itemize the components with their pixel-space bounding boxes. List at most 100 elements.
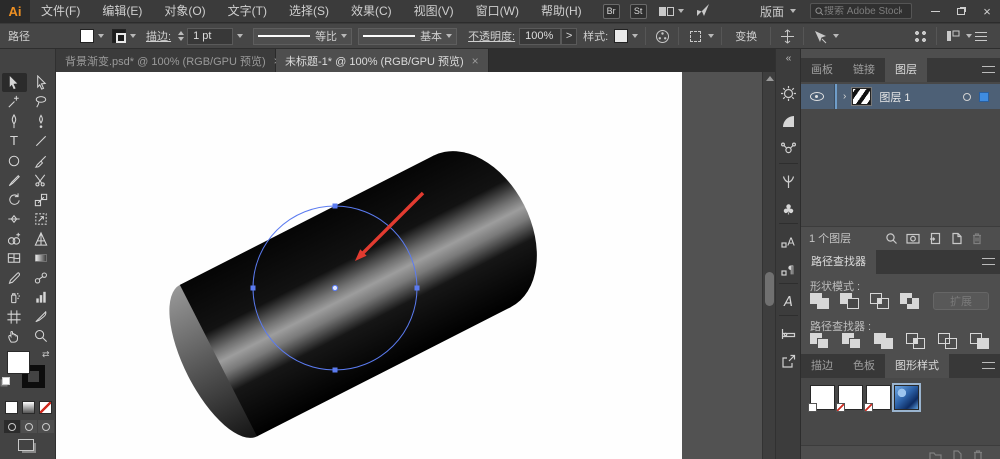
tab-graphic-styles[interactable]: 图形样式	[885, 352, 949, 378]
fill-color-swatch[interactable]	[80, 29, 94, 43]
stock-button[interactable]: St	[629, 3, 647, 19]
none-button[interactable]	[39, 401, 52, 414]
tab-swatches[interactable]: 色板	[843, 352, 885, 378]
recolor-artwork-icon[interactable]	[653, 27, 671, 45]
tool-selection[interactable]	[1, 73, 27, 92]
document-tab-inactive[interactable]: 背景渐变.psd* @ 100% (RGB/GPU 预览) ×	[56, 49, 281, 72]
color-guide-panel-icon[interactable]	[776, 109, 801, 133]
share-icon[interactable]	[696, 3, 710, 20]
brushes-panel-icon[interactable]	[776, 169, 801, 193]
tool-ellipse[interactable]	[2, 151, 27, 170]
minus-back-button[interactable]	[970, 333, 992, 350]
tool-pen[interactable]	[2, 112, 27, 131]
anchor-point-top[interactable]	[332, 203, 338, 209]
styles-library-icon[interactable]	[927, 447, 943, 459]
restore-button[interactable]	[948, 0, 974, 23]
tool-free-transform[interactable]	[29, 210, 54, 229]
default-fill-stroke-icon[interactable]	[2, 377, 10, 385]
expand-layer-icon[interactable]: ›	[843, 91, 846, 102]
unite-button[interactable]	[810, 293, 832, 310]
tab-pathfinder[interactable]: 路径查找器	[801, 248, 876, 274]
delete-style-icon[interactable]	[970, 447, 986, 459]
workspace-icon[interactable]	[944, 27, 962, 45]
tool-eyedropper[interactable]	[2, 268, 27, 287]
tool-zoom[interactable]	[29, 327, 54, 346]
style-no-fill[interactable]	[836, 385, 863, 412]
export-panel-icon[interactable]	[776, 349, 801, 373]
chevron-down-icon[interactable]	[237, 34, 244, 38]
tool-scale[interactable]	[29, 190, 54, 209]
scroll-up-icon[interactable]	[766, 76, 774, 81]
anchor-point-bottom[interactable]	[332, 367, 338, 373]
locate-object-icon[interactable]	[883, 230, 899, 246]
tool-line-segment[interactable]	[29, 132, 54, 151]
tool-gradient[interactable]	[29, 249, 54, 268]
tool-pencil[interactable]	[2, 171, 27, 190]
minus-front-button[interactable]	[840, 293, 862, 310]
tab-close-icon[interactable]: ×	[472, 54, 479, 68]
collapse-panels-button[interactable]: «	[776, 53, 801, 64]
menu-help[interactable]: 帮助(H)	[530, 0, 593, 23]
tool-artboard[interactable]	[2, 307, 27, 326]
tool-shape-builder[interactable]	[2, 229, 27, 248]
style-no-stroke[interactable]	[864, 385, 891, 412]
draw-inside-button[interactable]	[38, 420, 54, 433]
make-clipping-mask-icon[interactable]	[905, 230, 921, 246]
exclude-button[interactable]	[900, 293, 922, 310]
symbols-panel-icon[interactable]: ♣	[776, 197, 801, 221]
style-default[interactable]	[808, 385, 835, 412]
asset-export-panel-icon[interactable]	[776, 137, 801, 161]
color-panel-icon[interactable]	[776, 81, 801, 105]
cylinder-shape[interactable]	[150, 129, 563, 452]
tool-symbol-sprayer[interactable]	[2, 288, 27, 307]
anchor-point-left[interactable]	[250, 285, 256, 291]
menu-file[interactable]: 文件(F)	[30, 0, 91, 23]
isolate-selected-icon[interactable]	[811, 27, 829, 45]
workspace-switcher[interactable]: 版面	[760, 3, 784, 20]
tab-stroke[interactable]: 描边	[801, 352, 843, 378]
paragraph-styles-panel-icon[interactable]: ¶	[776, 257, 801, 281]
layer-target-icon[interactable]	[963, 92, 971, 101]
arrange-documents-icon[interactable]	[658, 6, 674, 16]
swap-fill-stroke-icon[interactable]: ⇄	[42, 349, 50, 360]
anchor-point-right[interactable]	[414, 285, 420, 291]
opacity-link[interactable]: 不透明度:	[468, 28, 515, 44]
new-layer-icon[interactable]	[948, 230, 964, 246]
tool-type[interactable]: T	[2, 132, 27, 151]
arrange-documents-icon[interactable]	[911, 27, 929, 45]
bridge-button[interactable]: Br	[602, 3, 620, 19]
merge-button[interactable]	[874, 333, 896, 350]
layer-name[interactable]: 图层 1	[879, 89, 910, 105]
new-sublayer-icon[interactable]	[927, 230, 943, 246]
tool-mesh[interactable]	[2, 249, 27, 268]
menu-edit[interactable]: 编辑(E)	[91, 0, 153, 23]
center-point[interactable]	[331, 284, 339, 292]
new-style-icon[interactable]	[949, 447, 965, 459]
stock-search[interactable]	[810, 3, 912, 19]
document-tab-active[interactable]: 未标题-1* @ 100% (RGB/GPU 预览) ×	[276, 49, 489, 72]
delete-layer-icon[interactable]	[969, 230, 985, 246]
brush-definition-dropdown[interactable]: 基本	[358, 27, 458, 45]
stroke-panel-link[interactable]: 描边:	[146, 28, 171, 44]
opacity-field[interactable]: 100%	[519, 27, 562, 45]
stroke-weight-field[interactable]: 1 pt	[187, 27, 234, 45]
search-input[interactable]	[824, 5, 902, 17]
opacity-more-button[interactable]: >	[561, 27, 578, 45]
visibility-eye-icon[interactable]	[810, 92, 824, 101]
tool-slice[interactable]	[29, 307, 54, 326]
tool-curvature[interactable]	[29, 112, 54, 131]
menu-view[interactable]: 视图(V)	[403, 0, 465, 23]
panel-menu-icon[interactable]	[982, 258, 995, 265]
tab-layers[interactable]: 图层	[885, 56, 927, 82]
tool-blend[interactable]	[29, 268, 54, 287]
tool-rotate[interactable]	[2, 190, 27, 209]
divide-button[interactable]	[810, 333, 832, 350]
chevron-down-icon[interactable]	[130, 34, 136, 38]
trim-button[interactable]	[842, 333, 864, 350]
transform-link[interactable]: 变换	[735, 28, 757, 44]
tool-width[interactable]	[2, 210, 27, 229]
width-profile-dropdown[interactable]: 等比	[253, 27, 353, 45]
draw-normal-button[interactable]	[4, 420, 20, 433]
align-objects-icon[interactable]	[778, 27, 796, 45]
stroke-color-swatch[interactable]	[112, 29, 126, 43]
